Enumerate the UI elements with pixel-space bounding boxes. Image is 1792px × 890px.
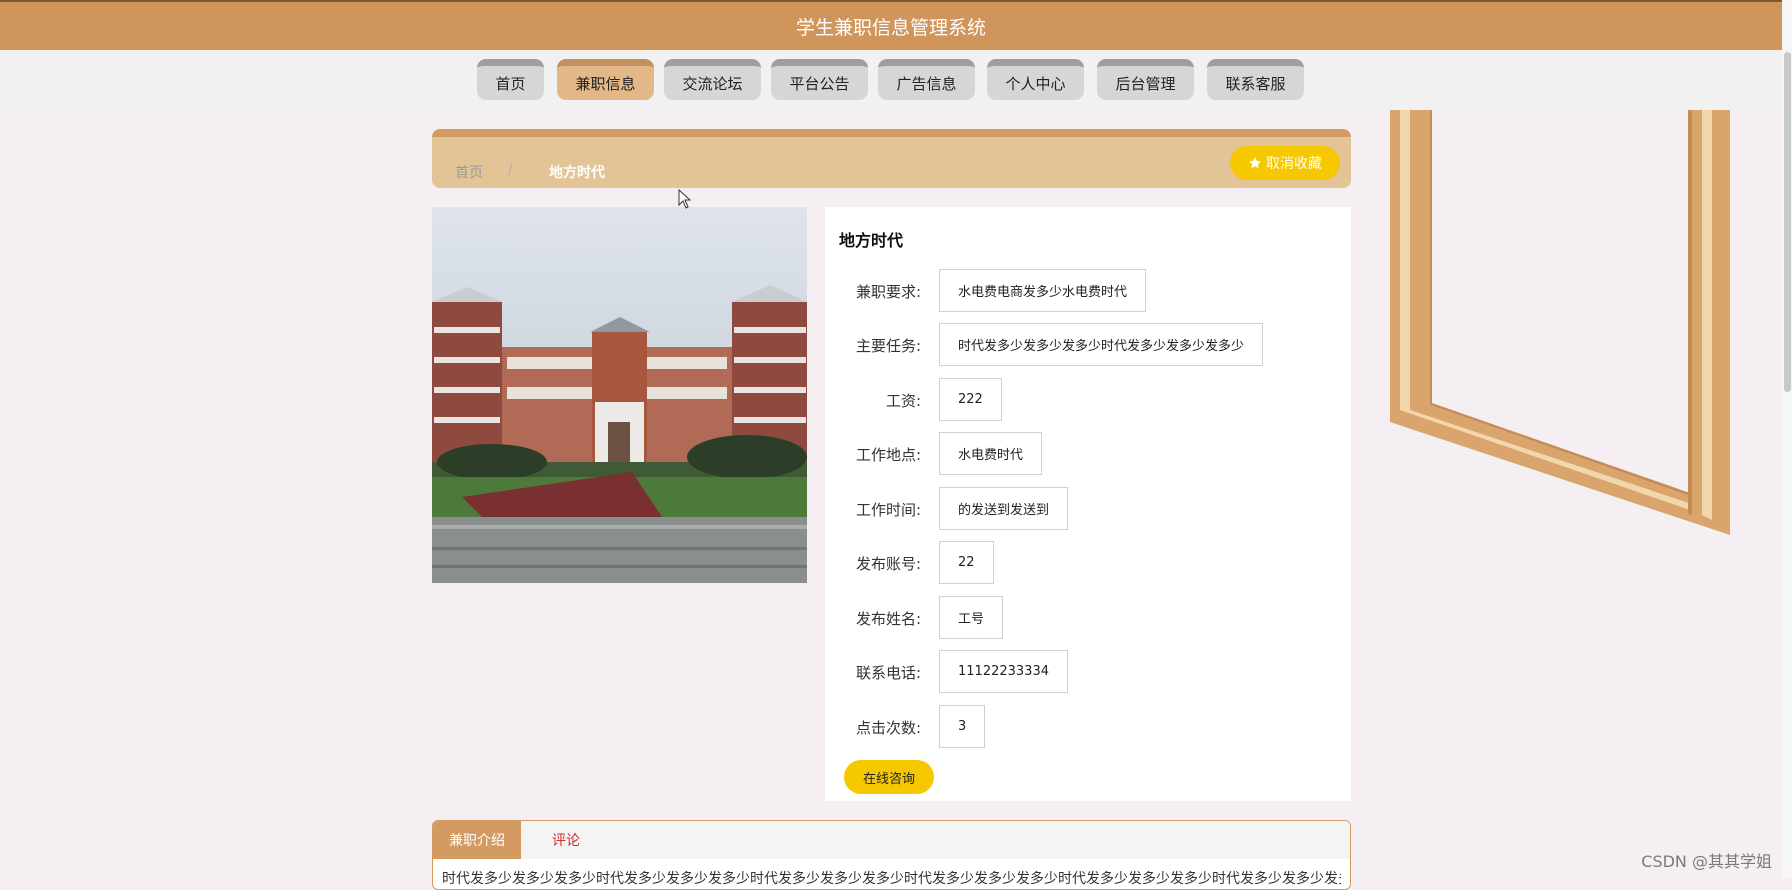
nav-label: 平台公告 <box>789 75 850 93</box>
breadcrumb-home-link[interactable]: 首页 <box>455 162 483 182</box>
field-label: 兼职要求: <box>855 283 921 301</box>
field-value: 3 <box>939 705 986 748</box>
tab-bar: 兼职介绍 评论 <box>433 821 1350 859</box>
nav-label: 交流论坛 <box>682 75 743 93</box>
field-label: 发布账号: <box>855 555 921 573</box>
field-value: 时代发多少发多少发多少时代发多少发多少发多少 <box>939 323 1264 366</box>
job-detail-panel: 地方时代 兼职要求: 水电费电商发多少水电费时代 主要任务: 时代发多少发多少发… <box>825 207 1351 801</box>
field-row-account: 发布账号: 22 <box>825 541 1351 585</box>
field-value: 水电费电商发多少水电费时代 <box>939 269 1147 312</box>
online-consult-button[interactable]: 在线咨询 <box>844 760 934 794</box>
field-row-phone: 联系电话: 11122233334 <box>825 650 1351 694</box>
field-value: 11122233334 <box>939 650 1068 693</box>
field-label: 工作地点: <box>855 446 921 464</box>
nav-item-parttime[interactable]: 兼职信息 <box>557 59 654 100</box>
field-row-requirement: 兼职要求: 水电费电商发多少水电费时代 <box>825 269 1351 313</box>
nav-label: 广告信息 <box>896 75 957 93</box>
nav-label: 联系客服 <box>1225 75 1286 93</box>
campus-building-image <box>432 207 807 583</box>
nav-label: 个人中心 <box>1005 75 1066 93</box>
unfavorite-button[interactable]: 取消收藏 <box>1230 146 1340 180</box>
field-row-location: 工作地点: 水电费时代 <box>825 432 1351 476</box>
nav-item-forum[interactable]: 交流论坛 <box>664 59 761 100</box>
field-value: 的发送到发送到 <box>939 487 1069 530</box>
nav-item-ads[interactable]: 广告信息 <box>878 59 975 100</box>
mouse-cursor-icon <box>678 189 692 209</box>
nav-item-support[interactable]: 联系客服 <box>1207 59 1304 100</box>
field-label: 工资: <box>885 392 921 410</box>
nav-item-profile[interactable]: 个人中心 <box>987 59 1084 100</box>
field-row-salary: 工资: 222 <box>825 378 1351 422</box>
page-scrollbar[interactable] <box>1782 0 1792 878</box>
field-label: 主要任务: <box>855 337 921 355</box>
breadcrumb-current: 地方时代 <box>549 165 605 181</box>
nav-label: 兼职信息 <box>575 75 636 93</box>
intro-text: 时代发多少发多少发多少时代发多少发多少发多少时代发多少发多少发多少时代发多少发多… <box>442 871 1341 887</box>
field-row-publisher: 发布姓名: 工号 <box>825 596 1351 640</box>
field-value: 22 <box>939 541 994 584</box>
job-title: 地方时代 <box>839 231 904 250</box>
field-label: 发布姓名: <box>855 610 921 628</box>
tab-comment[interactable]: 评论 <box>521 821 611 859</box>
nav-item-announcements[interactable]: 平台公告 <box>771 59 868 100</box>
field-value: 工号 <box>939 596 1004 639</box>
app-title-bar: 学生兼职信息管理系统 <box>0 0 1782 50</box>
field-value: 水电费时代 <box>939 432 1043 475</box>
field-label: 点击次数: <box>855 719 921 737</box>
app-title: 学生兼职信息管理系统 <box>795 16 986 39</box>
nav-item-admin[interactable]: 后台管理 <box>1097 59 1194 100</box>
nav-label: 后台管理 <box>1115 75 1176 93</box>
field-row-task: 主要任务: 时代发多少发多少发多少时代发多少发多少发多少 <box>825 323 1351 367</box>
breadcrumb-separator: / <box>508 162 513 178</box>
field-row-worktime: 工作时间: 的发送到发送到 <box>825 487 1351 531</box>
decorative-frame <box>1390 110 1730 535</box>
nav-label: 首页 <box>495 75 526 93</box>
watermark: CSDN @其其学姐 <box>1641 852 1772 871</box>
main-nav: 首页 兼职信息 交流论坛 平台公告 广告信息 个人中心 后台管理 联系客服 <box>0 50 1782 110</box>
field-value: 222 <box>939 378 1002 421</box>
star-icon <box>1249 157 1261 169</box>
field-label: 联系电话: <box>855 664 921 682</box>
field-label: 工作时间: <box>855 501 921 519</box>
scrollbar-thumb[interactable] <box>1784 52 1791 392</box>
job-photo <box>432 207 807 583</box>
breadcrumb: 首页 / 地方时代 取消收藏 <box>432 129 1351 188</box>
nav-item-home[interactable]: 首页 <box>477 59 544 100</box>
tab-intro[interactable]: 兼职介绍 <box>433 821 521 859</box>
detail-tabs: 兼职介绍 评论 时代发多少发多少发多少时代发多少发多少发多少时代发多少发多少发多… <box>432 820 1351 890</box>
field-row-clicks: 点击次数: 3 <box>825 705 1351 749</box>
unfavorite-label: 取消收藏 <box>1266 156 1322 172</box>
